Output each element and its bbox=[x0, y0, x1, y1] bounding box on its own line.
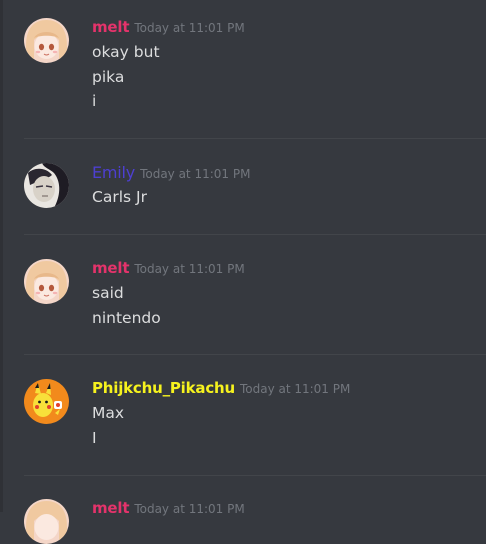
pikachu-avatar-icon bbox=[24, 379, 69, 424]
message-line: nintendo bbox=[92, 308, 161, 327]
message-line: said bbox=[92, 284, 124, 302]
timestamp: Today at 11:01 PM bbox=[134, 502, 245, 516]
anime-girl-avatar-icon bbox=[24, 18, 69, 63]
avatar-melt[interactable] bbox=[24, 499, 69, 544]
username[interactable]: Emily bbox=[92, 163, 135, 182]
message-line: okay but bbox=[92, 43, 160, 61]
message-line: Max bbox=[92, 404, 125, 422]
message-divider bbox=[24, 475, 486, 476]
username[interactable]: melt bbox=[92, 499, 130, 517]
channel-left-edge bbox=[0, 0, 3, 512]
message-divider bbox=[24, 234, 486, 235]
username[interactable]: melt bbox=[92, 259, 130, 277]
avatar-melt[interactable] bbox=[24, 18, 69, 63]
anime-girl-avatar-icon bbox=[24, 259, 69, 304]
timestamp: Today at 11:01 PM bbox=[239, 382, 351, 396]
message-line: pika bbox=[92, 67, 125, 86]
message-line: Carls Jr bbox=[92, 188, 147, 206]
message-line: I bbox=[92, 428, 97, 447]
timestamp: Today at 11:01 PM bbox=[140, 167, 251, 181]
username[interactable]: Phijkchu_Pikachu bbox=[92, 379, 235, 397]
avatar-emily[interactable] bbox=[24, 163, 69, 208]
message-divider bbox=[24, 138, 486, 139]
avatar-phijkchu[interactable] bbox=[24, 379, 69, 424]
dark-hair-avatar-icon bbox=[24, 163, 69, 208]
timestamp: Today at 11:01 PM bbox=[134, 262, 245, 276]
message-divider bbox=[24, 354, 486, 355]
avatar-melt[interactable] bbox=[24, 259, 69, 304]
timestamp: Today at 11:01 PM bbox=[134, 21, 245, 35]
username[interactable]: melt bbox=[92, 18, 130, 36]
anime-girl-avatar-icon bbox=[24, 499, 69, 544]
message-line: i bbox=[92, 92, 97, 110]
